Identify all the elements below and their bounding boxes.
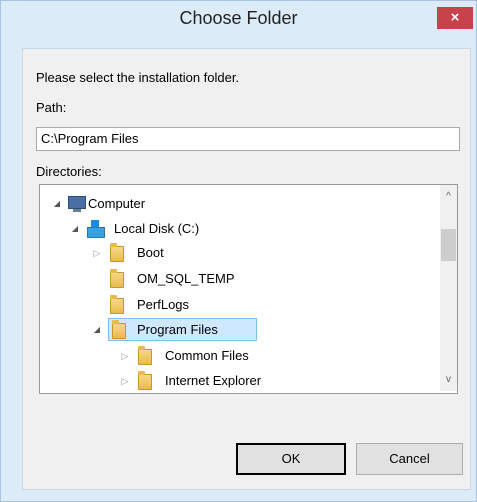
tree-item-label: Computer (88, 196, 146, 211)
vertical-scrollbar[interactable]: ^ v (440, 185, 457, 391)
folder-icon (110, 243, 124, 262)
tree-item-computer[interactable]: ◢ Computer (40, 193, 440, 215)
folder-icon (112, 320, 126, 339)
instruction-text: Please select the installation folder. (36, 70, 240, 85)
tree-item-label: PerfLogs (137, 297, 190, 312)
tree-item-label: OM_SQL_TEMP (137, 271, 235, 286)
collapsed-arrow-icon[interactable]: ▷ (92, 242, 102, 264)
expanded-arrow-icon[interactable]: ◢ (70, 218, 80, 240)
tree-item-om-sql-temp[interactable]: OM_SQL_TEMP (40, 268, 440, 290)
scroll-thumb[interactable] (441, 229, 456, 261)
collapsed-arrow-icon[interactable]: ▷ (120, 370, 130, 392)
tree-item-local-disk[interactable]: ◢ Local Disk (C:) (40, 218, 440, 240)
expanded-arrow-icon[interactable]: ◢ (52, 193, 62, 215)
computer-icon (68, 196, 86, 212)
scroll-up-icon[interactable]: ^ (440, 188, 457, 205)
folder-icon (138, 371, 152, 390)
collapsed-arrow-icon[interactable]: ▷ (120, 345, 130, 367)
ok-button[interactable]: OK (236, 443, 346, 475)
tree-item-program-files[interactable]: ◢ Program Files (40, 318, 440, 341)
tree-item-perflogs[interactable]: PerfLogs (40, 294, 440, 316)
tree-item-common-files[interactable]: ▷ Common Files (40, 345, 440, 367)
scroll-down-icon[interactable]: v (440, 371, 457, 388)
folder-icon (110, 295, 124, 314)
tree-item-label: Program Files (137, 322, 218, 337)
path-label: Path: (36, 100, 67, 115)
dialog-body: Please select the installation folder. P… (22, 48, 471, 490)
dialog-title: Choose Folder (179, 8, 298, 28)
tree-item-label: Common Files (165, 348, 249, 363)
tree-item-label: Internet Explorer (165, 373, 262, 388)
tree-item-label: Boot (137, 245, 164, 260)
cancel-button[interactable]: Cancel (356, 443, 463, 475)
drive-icon (87, 220, 105, 238)
tree-item-internet-explorer[interactable]: ▷ Internet Explorer (40, 370, 440, 392)
directory-tree[interactable]: ◢ Computer ◢ Local Disk (C:) ▷ Boot OM_S… (39, 184, 458, 394)
directories-label: Directories: (36, 164, 102, 179)
tree-item-boot[interactable]: ▷ Boot (40, 242, 440, 264)
title-bar[interactable]: Choose Folder × (1, 1, 476, 33)
tree-item-label: Local Disk (C:) (114, 221, 200, 236)
folder-icon (110, 269, 124, 288)
path-input[interactable]: C:\Program Files (36, 127, 460, 151)
choose-folder-dialog: Choose Folder × Please select the instal… (0, 0, 477, 502)
close-button[interactable]: × (437, 7, 473, 29)
folder-icon (138, 346, 152, 365)
expanded-arrow-icon[interactable]: ◢ (92, 319, 102, 341)
